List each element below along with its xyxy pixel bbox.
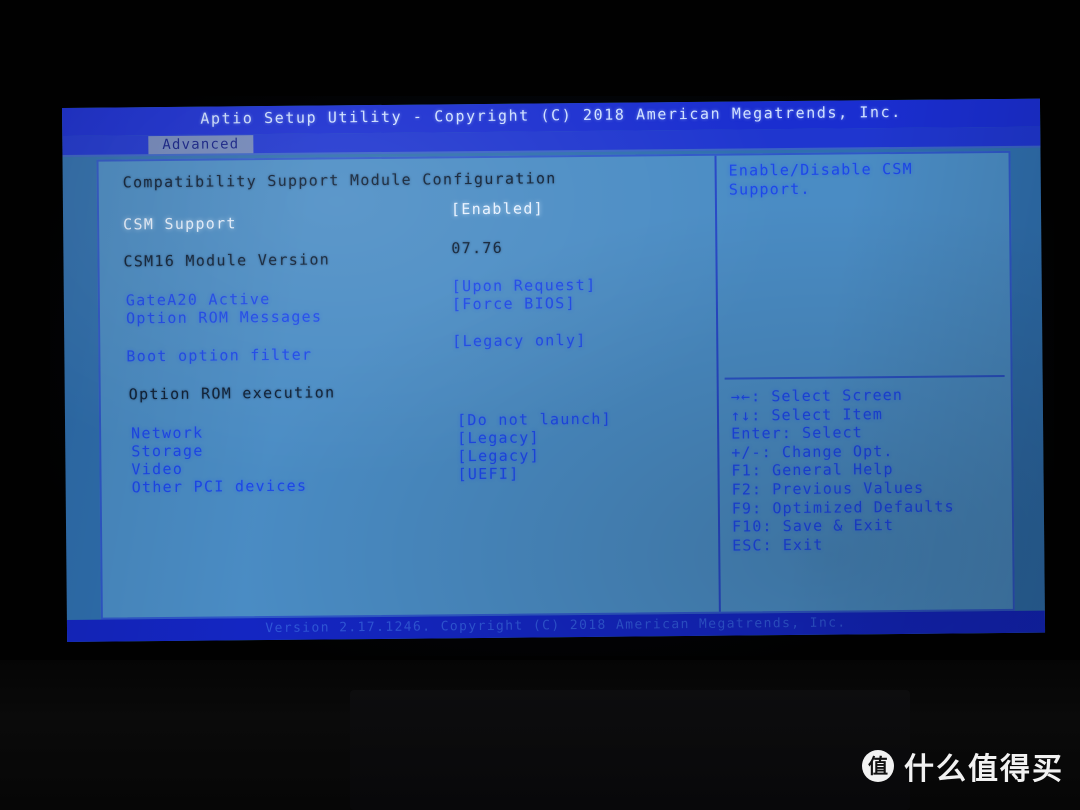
help-text: Enable/Disable CSM Support. xyxy=(728,159,913,199)
value-storage[interactable]: [Legacy] xyxy=(457,428,540,447)
value-gatea20-active[interactable]: [Upon Request] xyxy=(452,276,597,295)
label-csm16-module-version: CSM16 Module Version xyxy=(123,250,331,271)
watermark: 值 什么值得买 xyxy=(862,744,1064,788)
bios-title: Aptio Setup Utility - Copyright (C) 2018… xyxy=(200,102,902,128)
value-other-pci-devices[interactable]: [UEFI] xyxy=(457,465,519,484)
row-option-rom-execution: Option ROM execution xyxy=(101,380,717,406)
label-option-rom-messages: Option ROM Messages xyxy=(125,307,323,328)
help-pane: Enable/Disable CSM Support. →←: Select S… xyxy=(718,153,1010,612)
label-network: Network xyxy=(131,423,204,443)
label-option-rom-execution: Option ROM execution xyxy=(128,383,336,404)
key-legend: →←: Select Screen ↑↓: Select Item Enter:… xyxy=(731,385,1009,555)
key-esc-exit: ESC: Exit xyxy=(732,535,824,555)
row-csm-support[interactable]: CSM Support [Enabled] xyxy=(99,199,715,236)
label-video: Video xyxy=(131,459,184,479)
watermark-text: 什么值得买 xyxy=(904,752,1064,787)
page-title: Compatibility Support Module Configurati… xyxy=(122,169,557,192)
label-boot-option-filter: Boot option filter xyxy=(126,345,313,366)
help-separator xyxy=(724,374,1005,380)
bios-content-frame: Compatibility Support Module Configurati… xyxy=(96,150,1015,620)
value-csm-support[interactable]: [Enabled] xyxy=(451,199,544,218)
value-video[interactable]: [Legacy] xyxy=(457,446,540,465)
smzdm-logo-icon: 值 xyxy=(862,750,894,782)
value-network[interactable]: [Do not launch] xyxy=(457,410,612,429)
laptop-palmrest xyxy=(350,690,910,810)
label-storage: Storage xyxy=(131,441,204,461)
page-title-row: Compatibility Support Module Configurati… xyxy=(99,168,715,194)
label-gatea20-active: GateA20 Active xyxy=(125,290,271,310)
row-boot-option-filter[interactable]: Boot option filter [Legacy only] xyxy=(100,331,716,368)
value-boot-option-filter[interactable]: [Legacy only] xyxy=(452,331,586,350)
tab-advanced[interactable]: Advanced xyxy=(148,135,254,156)
label-csm-support: CSM Support xyxy=(123,214,237,234)
row-csm16-module-version: CSM16 Module Version 07.76 xyxy=(99,239,715,273)
settings-pane: Compatibility Support Module Configurati… xyxy=(99,156,719,618)
value-option-rom-messages[interactable]: [Force BIOS] xyxy=(452,294,576,313)
value-csm16-module-version: 07.76 xyxy=(451,238,504,258)
photo-background: Aptio Setup Utility - Copyright (C) 2018… xyxy=(0,0,1080,810)
label-other-pci-devices: Other PCI devices xyxy=(131,476,308,497)
bios-screen: Aptio Setup Utility - Copyright (C) 2018… xyxy=(62,98,1046,642)
